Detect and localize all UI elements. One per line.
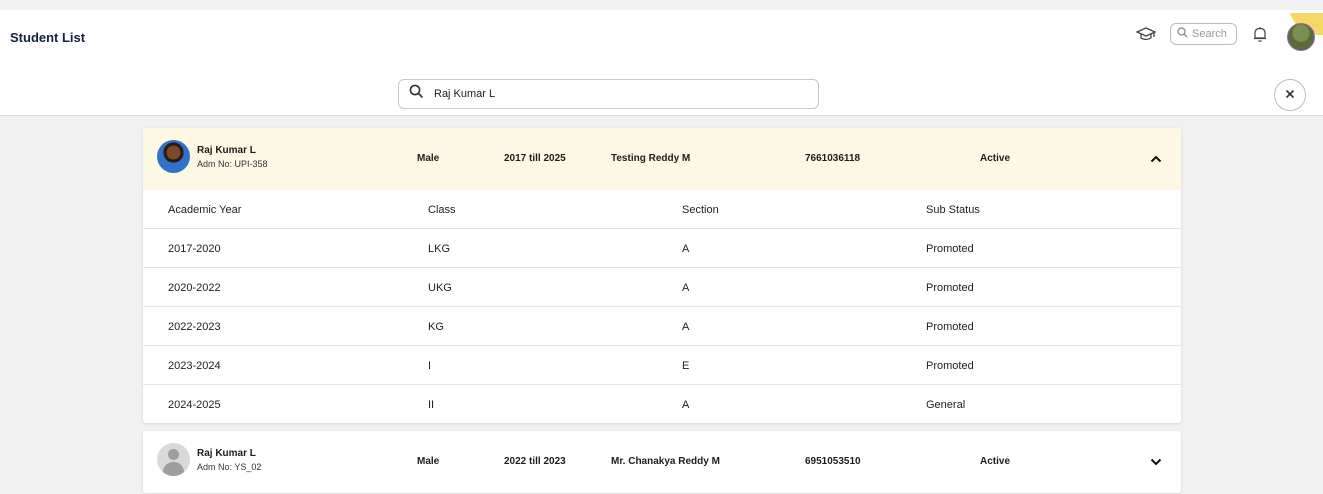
table-row: 2024-2025 II A General (143, 385, 1181, 424)
section: A (682, 243, 690, 255)
sub-status: Promoted (926, 321, 974, 333)
section: E (682, 360, 690, 372)
student-identity: Raj Kumar L Adm No: YS_02 (197, 448, 261, 472)
student-name: Raj Kumar L (197, 145, 256, 156)
academic-year: 2024-2025 (168, 399, 221, 411)
parent-name: Testing Reddy M (611, 153, 691, 164)
close-icon (1285, 86, 1295, 104)
admission-number: Adm No: UPI-358 (197, 159, 268, 169)
header-academic-year: Academic Year (168, 204, 242, 216)
student-name: Raj Kumar L (197, 448, 256, 459)
header-search-box[interactable]: Search (1170, 23, 1237, 45)
class: I (428, 360, 432, 372)
user-avatar[interactable] (1283, 13, 1323, 55)
section: A (682, 399, 690, 411)
class: LKG (428, 243, 451, 255)
admission-number: Adm No: YS_02 (197, 462, 262, 472)
header-search-placeholder: Search (1192, 28, 1227, 40)
graduation-cap-icon[interactable] (1136, 24, 1156, 44)
header-actions: Search (1136, 10, 1323, 58)
phone-number: 7661036118 (805, 153, 861, 164)
avatar-placeholder-icon (157, 443, 190, 476)
student-search-input[interactable] (434, 88, 794, 100)
history-header-row: Academic Year Class Section Sub Status (143, 190, 1181, 229)
student-years: 2017 till 2025 (504, 153, 566, 164)
table-row: 2017-2020 LKG A Promoted (143, 229, 1181, 268)
student-row[interactable]: Raj Kumar L Adm No: YS_02 Male 2022 till… (143, 431, 1181, 493)
sub-status: Promoted (926, 282, 974, 294)
student-status: Active (980, 153, 1011, 164)
header-sub-status: Sub Status (926, 204, 980, 216)
academic-year: 2022-2023 (168, 321, 221, 333)
table-row: 2020-2022 UKG A Promoted (143, 268, 1181, 307)
table-row: 2023-2024 I E Promoted (143, 346, 1181, 385)
student-identity: Raj Kumar L Adm No: UPI-358 (197, 145, 268, 169)
header-section: Section (682, 204, 719, 216)
student-search-bar[interactable] (398, 79, 819, 109)
sub-status: General (926, 399, 966, 411)
student-years: 2022 till 2023 (504, 456, 566, 467)
academic-year: 2020-2022 (168, 282, 221, 294)
student-row[interactable]: Raj Kumar L Adm No: UPI-358 Male 2017 ti… (143, 128, 1181, 190)
bell-icon[interactable] (1251, 24, 1269, 44)
chevron-down-icon[interactable] (1149, 455, 1163, 469)
table-row: 2022-2023 KG A Promoted (143, 307, 1181, 346)
section: A (682, 321, 690, 333)
search-icon (1177, 27, 1188, 41)
academic-year: 2017-2020 (168, 243, 221, 255)
parent-name: Mr. Chanakya Reddy M (611, 456, 720, 467)
close-button[interactable] (1274, 79, 1306, 111)
search-icon (409, 84, 424, 104)
header-class: Class (428, 204, 456, 216)
class: UKG (428, 282, 452, 294)
student-card: Raj Kumar L Adm No: UPI-358 Male 2017 ti… (143, 128, 1181, 423)
academic-year: 2023-2024 (168, 360, 221, 372)
student-photo (157, 140, 190, 173)
student-status: Active (980, 456, 1011, 467)
class: KG (428, 321, 444, 333)
sub-status: Promoted (926, 243, 974, 255)
student-gender: Male (417, 456, 440, 467)
student-gender: Male (417, 153, 440, 164)
student-card: Raj Kumar L Adm No: YS_02 Male 2022 till… (143, 431, 1181, 493)
chevron-up-icon[interactable] (1149, 152, 1163, 166)
phone-number: 6951053510 (805, 456, 861, 467)
sub-status: Promoted (926, 360, 974, 372)
section: A (682, 282, 690, 294)
page-title: Student List (10, 30, 86, 45)
top-bar: Student List Search (0, 10, 1323, 116)
class: II (428, 399, 435, 411)
